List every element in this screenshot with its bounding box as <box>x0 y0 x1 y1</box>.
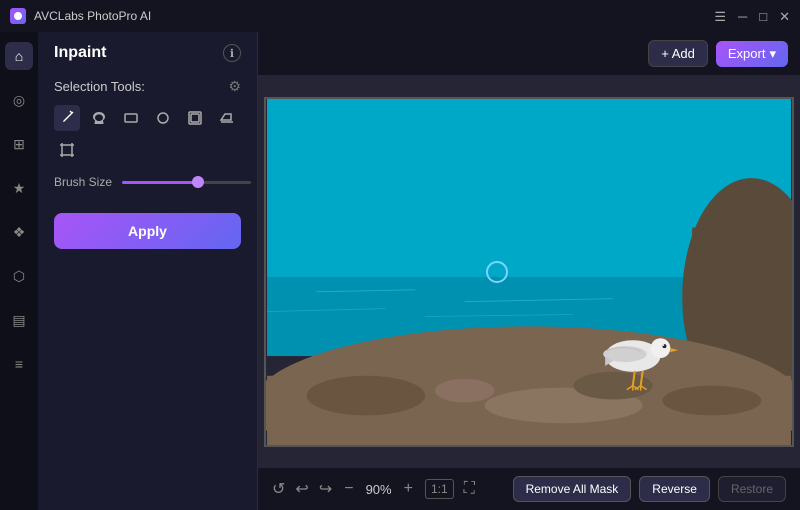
gear-icon[interactable]: ⚙ <box>228 78 241 95</box>
zoom-value: 90% <box>366 482 392 497</box>
zoom-in-button[interactable]: + <box>402 480 415 498</box>
nav-home[interactable]: ⌂ <box>5 42 33 70</box>
nav-sliders[interactable]: ≡ <box>5 350 33 378</box>
expand-tool-button[interactable] <box>54 137 80 163</box>
icon-nav: ⌂ ◎ ⊞ ★ ❖ ⬡ ▤ ≡ <box>0 32 38 510</box>
minimize-icon[interactable]: ─ <box>738 10 747 23</box>
pen-tool-button[interactable] <box>54 105 80 131</box>
title-bar: AVCLabs PhotoPro AI ☰ ─ □ ✕ <box>0 0 800 32</box>
lasso-tool-button[interactable] <box>86 105 112 131</box>
bottom-bar: ↺ ↩ ↪ − 90% + 1:1 ⛶ Remove All Mask Reve… <box>258 468 800 510</box>
circle-tool-button[interactable] <box>150 105 176 131</box>
maximize-icon[interactable]: □ <box>759 10 767 23</box>
brush-size-row: Brush Size <box>54 175 241 189</box>
magic-tool-button[interactable] <box>182 105 208 131</box>
brush-size-slider[interactable] <box>122 181 251 184</box>
bottom-controls-left: ↺ ↩ ↪ − 90% + 1:1 ⛶ <box>272 479 475 499</box>
one-to-one-button[interactable]: 1:1 <box>425 479 454 499</box>
scene-svg <box>266 99 792 445</box>
selection-tools-label: Selection Tools: <box>54 79 145 94</box>
menu-icon[interactable]: ☰ <box>714 10 726 23</box>
top-bar: + Add Export ▾ <box>258 32 800 75</box>
section-label-row: Selection Tools: ⚙ <box>54 78 241 95</box>
image-area <box>258 75 800 468</box>
export-button[interactable]: Export ▾ <box>716 41 788 67</box>
brush-size-label: Brush Size <box>54 175 112 189</box>
export-chevron-icon: ▾ <box>769 46 776 62</box>
close-icon[interactable]: ✕ <box>779 10 790 23</box>
sidebar-title: Inpaint <box>54 44 106 62</box>
nav-profile[interactable]: ◎ <box>5 86 33 114</box>
main-layout: ⌂ ◎ ⊞ ★ ❖ ⬡ ▤ ≡ Inpaint ℹ Selection Tool… <box>0 32 800 510</box>
selection-tools-section: Selection Tools: ⚙ <box>38 70 257 197</box>
fit-icon[interactable]: ⛶ <box>464 480 475 498</box>
nav-puzzle[interactable]: ❖ <box>5 218 33 246</box>
sidebar-header: Inpaint ℹ <box>38 32 257 70</box>
remove-all-mask-button[interactable]: Remove All Mask <box>513 476 632 502</box>
zoom-out-button[interactable]: − <box>342 480 355 498</box>
redo-icon[interactable]: ↪ <box>319 479 332 499</box>
reverse-button[interactable]: Reverse <box>639 476 710 502</box>
undo-icon[interactable]: ↩ <box>295 479 308 499</box>
window-controls[interactable]: ☰ ─ □ ✕ <box>714 10 790 23</box>
rect-tool-button[interactable] <box>118 105 144 131</box>
reset-icon[interactable]: ↺ <box>272 479 285 499</box>
add-button[interactable]: + Add <box>648 40 708 67</box>
bottom-controls-right: Remove All Mask Reverse Restore <box>513 476 786 502</box>
app-title: AVCLabs PhotoPro AI <box>34 9 151 23</box>
export-label: Export <box>728 46 766 61</box>
apply-button[interactable]: Apply <box>54 213 241 249</box>
nav-star[interactable]: ★ <box>5 174 33 202</box>
info-button[interactable]: ℹ <box>223 44 241 62</box>
title-bar-left: AVCLabs PhotoPro AI <box>10 8 151 24</box>
restore-button[interactable]: Restore <box>718 476 786 502</box>
content-area: + Add Export ▾ <box>258 32 800 510</box>
nav-paint[interactable]: ⬡ <box>5 262 33 290</box>
nav-layers[interactable]: ▤ <box>5 306 33 334</box>
tools-row <box>54 105 241 163</box>
erase-tool-button[interactable] <box>214 105 240 131</box>
app-icon <box>10 8 26 24</box>
sidebar: Inpaint ℹ Selection Tools: ⚙ <box>38 32 258 510</box>
nav-grid[interactable]: ⊞ <box>5 130 33 158</box>
image-container[interactable] <box>264 97 794 447</box>
